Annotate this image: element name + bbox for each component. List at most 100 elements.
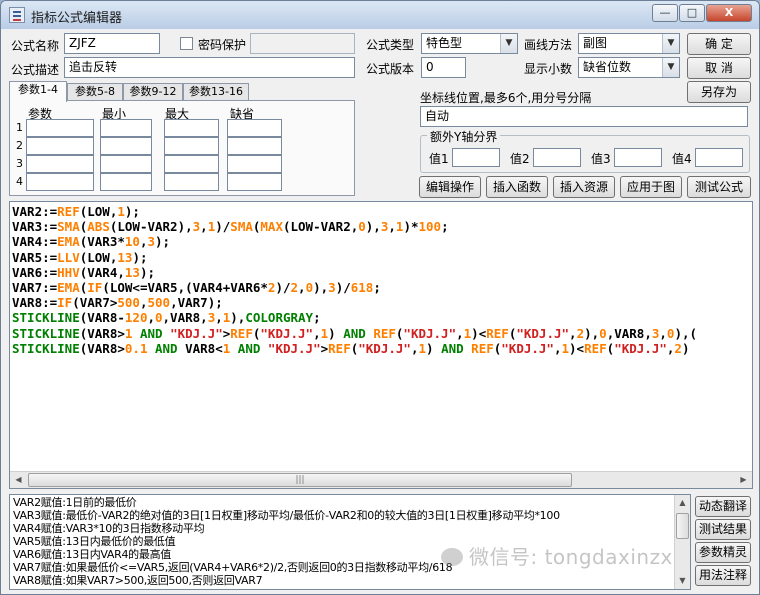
code-line[interactable]: STICKLINE(VAR8>1 AND "KDJ.J">REF("KDJ.J"…	[12, 326, 697, 341]
param-wizard-button[interactable]: 参数精灵	[695, 542, 751, 563]
confirm-button[interactable]: 确 定	[687, 33, 751, 55]
code-token: )*	[403, 219, 419, 235]
param-min-input[interactable]	[100, 119, 152, 137]
param-max-input[interactable]	[164, 137, 219, 155]
usage-notes-button[interactable]: 用法注释	[695, 565, 751, 586]
title-bar[interactable]: 指标公式编辑器 — □ X	[1, 1, 759, 29]
tab-params-9-12[interactable]: 参数9-12	[123, 83, 183, 101]
scroll-up-icon[interactable]: ▲	[675, 495, 690, 511]
code-token: )	[681, 340, 690, 356]
param-name-input[interactable]	[26, 155, 94, 173]
chevron-down-icon[interactable]: ▼	[662, 34, 679, 53]
draw-method-value: 副图	[583, 36, 608, 50]
code-token: LLV	[57, 249, 80, 265]
code-token: "KDJ.J"	[358, 340, 411, 356]
param-max-input[interactable]	[164, 119, 219, 137]
decimals-select[interactable]: 缺省位数 ▼	[578, 57, 680, 78]
draw-method-select[interactable]: 副图 ▼	[578, 33, 680, 54]
password-label: 密码保护	[198, 38, 247, 52]
code-text[interactable]: VAR2:=REF(LOW,1); VAR3:=SMA(ABS(LOW-VAR2)…	[12, 204, 697, 356]
insert-resource-button[interactable]: 插入资源	[553, 176, 615, 198]
code-token: (LOW-VAR2,	[282, 219, 359, 235]
edit-operation-button[interactable]: 编辑操作	[419, 176, 481, 198]
watermark-text: 微信号: tongdaxinzx	[469, 545, 673, 569]
code-line[interactable]: STICKLINE(VAR8>0.1 AND VAR8< 1 AND "KDJ.J…	[12, 341, 697, 356]
y-value3-input[interactable]	[614, 148, 662, 167]
code-token: COLORGRAY	[245, 310, 314, 326]
decimals-value: 缺省位数	[583, 60, 632, 74]
tab-params-13-16[interactable]: 参数13-16	[183, 83, 249, 101]
formula-desc-input[interactable]: 追击反转	[64, 57, 355, 78]
code-token: (VAR7>	[72, 295, 118, 311]
param-name-input[interactable]	[26, 137, 94, 155]
scrollbar-thumb[interactable]	[676, 513, 689, 539]
test-result-button[interactable]: 测试结果	[695, 519, 751, 540]
dynamic-translate-button[interactable]: 动态翻译	[695, 496, 751, 517]
apply-to-chart-button[interactable]: 应用于图	[620, 176, 682, 198]
y-value4-input[interactable]	[695, 148, 743, 167]
scroll-left-icon[interactable]: ◀	[10, 472, 27, 488]
formula-version-input[interactable]: 0	[421, 57, 466, 78]
save-as-button[interactable]: 另存为	[687, 81, 751, 103]
password-input[interactable]	[250, 33, 355, 54]
y-value4-label: 值4	[672, 152, 692, 166]
param-default-input[interactable]	[227, 137, 282, 155]
maximize-button[interactable]: □	[679, 4, 705, 22]
horizontal-scrollbar[interactable]: ◀ ||| ▶	[10, 471, 752, 488]
chevron-down-icon[interactable]: ▼	[662, 58, 679, 77]
param-name-input[interactable]	[26, 119, 94, 137]
code-token: REF	[328, 340, 351, 356]
test-formula-button[interactable]: 测试公式	[687, 176, 751, 198]
password-checkbox[interactable]	[180, 37, 193, 50]
param-min-input[interactable]	[100, 173, 152, 191]
code-token: (VAR8-	[79, 310, 125, 326]
chevron-down-icon[interactable]: ▼	[500, 34, 517, 53]
code-token: STICKLINE	[12, 325, 80, 341]
param-min-input[interactable]	[100, 137, 152, 155]
code-token: ,	[215, 310, 223, 326]
minimize-button[interactable]: —	[652, 4, 678, 22]
code-line[interactable]: VAR2:=REF(LOW,1);	[12, 204, 697, 219]
tab-params-1-4[interactable]: 参数1-4	[9, 81, 67, 102]
code-token: ;	[373, 280, 381, 296]
close-button[interactable]: X	[706, 4, 752, 22]
vertical-scrollbar[interactable]: ▲ ▼	[674, 495, 690, 589]
insert-function-button[interactable]: 插入函数	[486, 176, 548, 198]
scrollbar-thumb[interactable]: |||	[28, 473, 572, 487]
param-default-input[interactable]	[227, 155, 282, 173]
formula-type-select[interactable]: 特色型 ▼	[421, 33, 518, 54]
code-token: ,	[569, 325, 577, 341]
code-token: (LOW,	[79, 249, 118, 265]
wechat-icon	[441, 548, 463, 566]
code-line[interactable]: VAR8:=IF(VAR7>500,500,VAR7);	[12, 295, 697, 310]
formula-name-input[interactable]: ZJFZ	[64, 33, 160, 54]
param-max-input[interactable]	[164, 155, 219, 173]
code-token: ,	[553, 340, 562, 356]
tab-params-5-8[interactable]: 参数5-8	[67, 83, 123, 101]
code-line[interactable]: VAR3:=SMA(ABS(LOW-VAR2),3,1)/SMA(MAX(LOW…	[12, 219, 697, 234]
code-line[interactable]: STICKLINE(VAR8-120,0,VAR8,3,1),COLORGRAY…	[12, 310, 697, 325]
cancel-button[interactable]: 取 消	[687, 57, 751, 79]
param-default-input[interactable]	[227, 173, 282, 191]
output-line: VAR3赋值:最低价-VAR2的绝对值的3日[1日权重]移动平均/最低价-VAR…	[13, 509, 560, 522]
code-line[interactable]: VAR5:=LLV(LOW,13);	[12, 250, 697, 265]
code-line[interactable]: VAR4:=EMA(VAR3*10,3);	[12, 234, 697, 249]
formula-editor-window: 指标公式编辑器 — □ X 公式名称 ZJFZ 密码保护 公式描述 追击反转 公…	[0, 0, 760, 595]
param-min-input[interactable]	[100, 155, 152, 173]
code-token: ,	[388, 219, 396, 235]
code-line[interactable]: VAR6:=HHV(VAR4,13);	[12, 265, 697, 280]
code-editor[interactable]: VAR2:=REF(LOW,1); VAR3:=SMA(ABS(LOW-VAR2)…	[9, 201, 753, 489]
axis-position-input[interactable]: 自动	[420, 106, 748, 127]
y-value3-label: 值3	[591, 152, 611, 166]
code-line[interactable]: VAR7:=EMA(IF(LOW<=VAR5,(VAR4+VAR6*2)/2,0…	[12, 280, 697, 295]
y-value1-input[interactable]	[452, 148, 500, 167]
scroll-right-icon[interactable]: ▶	[735, 472, 752, 488]
code-token: VAR5:=	[12, 249, 58, 265]
code-token: "KDJ.J"	[260, 325, 314, 341]
param-name-input[interactable]	[26, 173, 94, 191]
scroll-down-icon[interactable]: ▼	[675, 573, 690, 589]
y-value2-input[interactable]	[533, 148, 581, 167]
formula-version-label: 公式版本	[366, 62, 415, 76]
param-default-input[interactable]	[227, 119, 282, 137]
param-max-input[interactable]	[164, 173, 219, 191]
